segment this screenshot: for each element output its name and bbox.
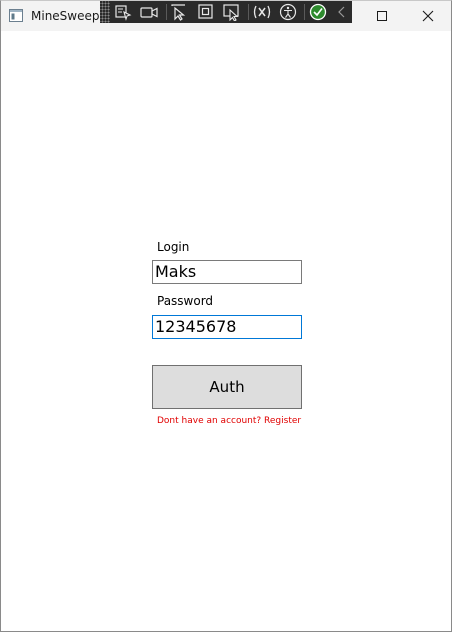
toolbar-grip[interactable] bbox=[100, 1, 110, 23]
password-input[interactable]: 12345678 bbox=[152, 315, 302, 339]
auth-button[interactable]: Auth bbox=[152, 365, 302, 409]
accessibility-icon[interactable] bbox=[278, 3, 298, 21]
app-window: MineSweeper bbox=[0, 0, 452, 632]
toolbar-separator bbox=[248, 4, 249, 20]
window-title: MineSweeper bbox=[31, 9, 101, 23]
app-window-icon bbox=[9, 9, 23, 22]
toolbar-separator bbox=[304, 4, 305, 20]
layout-adorner-icon[interactable] bbox=[196, 3, 216, 21]
collapse-chevron-icon[interactable] bbox=[332, 3, 352, 21]
register-link[interactable]: Dont have an account? Register bbox=[157, 415, 301, 427]
track-focus-icon[interactable] bbox=[222, 3, 242, 21]
title-bar[interactable]: MineSweeper bbox=[1, 1, 451, 31]
maximize-button[interactable] bbox=[359, 1, 405, 31]
login-label: Login bbox=[157, 240, 190, 254]
binding-failures-icon[interactable] bbox=[252, 3, 272, 21]
xaml-debug-toolbar bbox=[100, 1, 352, 23]
pointer-select-icon[interactable] bbox=[170, 3, 190, 21]
select-element-icon[interactable] bbox=[113, 3, 133, 21]
toolbar-separator bbox=[166, 4, 167, 20]
login-page: Login Maks Password 12345678 Auth Dont h… bbox=[1, 31, 451, 631]
close-button[interactable] bbox=[405, 1, 451, 31]
login-input[interactable]: Maks bbox=[152, 260, 302, 284]
video-icon[interactable] bbox=[139, 3, 159, 21]
checkmark-icon[interactable] bbox=[308, 3, 328, 21]
password-label: Password bbox=[157, 294, 214, 308]
